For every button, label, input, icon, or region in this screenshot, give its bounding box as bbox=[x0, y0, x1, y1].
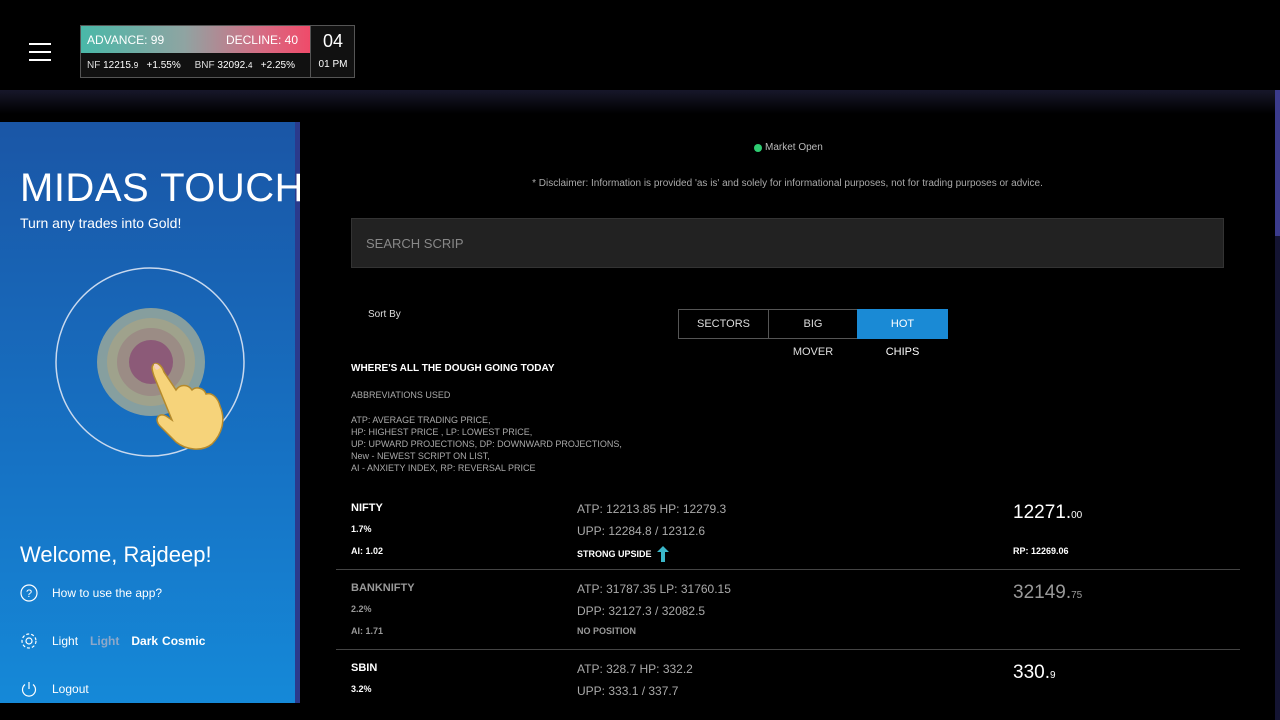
scrip-name: SBIN bbox=[351, 662, 378, 674]
abbreviations-list: ATP: AVERAGE TRADING PRICE, HP: HIGHEST … bbox=[351, 415, 622, 473]
gear-icon bbox=[21, 633, 37, 649]
svg-text:?: ? bbox=[26, 588, 32, 600]
clock-period: 01 PM bbox=[318, 59, 348, 70]
scrip-projection: UPP: 12284.8 / 12312.6 bbox=[577, 524, 706, 538]
brand-tagline: Turn any trades into Gold! bbox=[20, 215, 182, 231]
bnf-change: +2.25% bbox=[260, 60, 295, 71]
theme-option-cosmic[interactable]: Cosmic bbox=[162, 634, 205, 648]
scrip-name: NIFTY bbox=[351, 502, 383, 514]
theme-option-dark[interactable]: Dark bbox=[131, 634, 158, 648]
scrip-change: 3.2% bbox=[351, 684, 372, 694]
power-icon bbox=[21, 682, 37, 697]
search-input[interactable] bbox=[351, 218, 1224, 268]
market-status-text: Market Open bbox=[765, 142, 823, 153]
scrip-ai: AI: 1.71 bbox=[351, 626, 384, 636]
app-root: ADVANCE: 99 DECLINE: 40 NF 12215.9 +1.55… bbox=[0, 0, 1280, 720]
sort-hot-chips-button[interactable]: HOT CHIPS bbox=[857, 309, 948, 358]
nf-value: 12215.9 bbox=[103, 60, 139, 71]
row-divider bbox=[336, 569, 1240, 570]
nf-change: +1.55% bbox=[146, 60, 181, 71]
top-bar-shadow bbox=[0, 90, 1280, 114]
scrip-atp: ATP: 328.7 HP: 332.2 bbox=[577, 662, 693, 676]
sort-big-mover-button[interactable]: BIG MOVER bbox=[768, 309, 858, 358]
touch-illustration bbox=[55, 267, 245, 457]
sort-by-label: Sort By bbox=[368, 309, 401, 320]
scrip-rp: RP: 12269.06 bbox=[1013, 546, 1069, 556]
scrip-price: 32149.75 bbox=[1013, 582, 1083, 603]
top-bar: ADVANCE: 99 DECLINE: 40 NF 12215.9 +1.55… bbox=[0, 0, 1280, 90]
scrip-signal: STRONG UPSIDE bbox=[577, 546, 669, 562]
market-ticker: ADVANCE: 99 DECLINE: 40 NF 12215.9 +1.55… bbox=[80, 25, 355, 78]
scrip-name: BANKNIFTY bbox=[351, 582, 415, 594]
decline-count: DECLINE: 40 bbox=[225, 33, 298, 47]
theme-setting: Light Light Dark Cosmic bbox=[20, 632, 205, 650]
advance-count: ADVANCE: 99 bbox=[87, 33, 165, 47]
page-scrollbar[interactable] bbox=[1275, 90, 1280, 720]
scrip-change: 1.7% bbox=[351, 524, 372, 534]
main-content: Market Open * Disclaimer: Information is… bbox=[300, 114, 1275, 720]
brand-title: MIDAS TOUCH bbox=[20, 166, 300, 210]
help-label: How to use the app? bbox=[52, 586, 163, 600]
clock-hour: 04 bbox=[322, 31, 344, 51]
sidebar: MIDAS TOUCH Turn any trades into Gold! W… bbox=[0, 122, 300, 703]
clock: 04 01 PM bbox=[310, 26, 355, 78]
help-icon: ? bbox=[20, 584, 38, 602]
row-divider bbox=[336, 649, 1240, 650]
table-row[interactable]: BANKNIFTY 2.2% AI: 1.71 ATP: 31787.35 LP… bbox=[336, 582, 1240, 642]
logout-link[interactable]: Logout bbox=[20, 680, 89, 698]
scrollbar-thumb[interactable] bbox=[1275, 90, 1280, 236]
market-status: Market Open bbox=[754, 142, 823, 153]
theme-label: Light bbox=[52, 634, 79, 648]
menu-icon[interactable] bbox=[29, 43, 51, 61]
logout-label: Logout bbox=[52, 682, 89, 696]
sort-options: SECTORS BIG MOVER HOT CHIPS bbox=[678, 309, 948, 358]
status-dot-icon bbox=[754, 143, 762, 152]
scrip-signal: NO POSITION bbox=[577, 626, 637, 636]
scrip-projection: UPP: 333.1 / 337.7 bbox=[577, 684, 679, 698]
table-row[interactable]: SBIN 3.2% ATP: 328.7 HP: 332.2 UPP: 333.… bbox=[336, 662, 1240, 720]
welcome-message: Welcome, Rajdeep! bbox=[20, 542, 212, 567]
section-title: WHERE'S ALL THE DOUGH GOING TODAY bbox=[351, 363, 555, 374]
table-row[interactable]: NIFTY 1.7% AI: 1.02 ATP: 12213.85 HP: 12… bbox=[336, 502, 1240, 562]
theme-option-light[interactable]: Light bbox=[90, 634, 119, 648]
theme-options: Light Dark Cosmic bbox=[90, 634, 205, 648]
scrip-atp: ATP: 12213.85 HP: 12279.3 bbox=[577, 502, 727, 516]
scrip-ai: AI: 1.02 bbox=[351, 546, 384, 556]
scrip-price: 12271.00 bbox=[1013, 502, 1083, 523]
scrip-price: 330.9 bbox=[1013, 662, 1056, 683]
disclaimer: * Disclaimer: Information is provided 'a… bbox=[532, 178, 1043, 189]
help-link[interactable]: ? How to use the app? bbox=[20, 584, 162, 602]
upside-arrow-icon bbox=[656, 546, 669, 562]
bnf-value: 32092.4 bbox=[217, 60, 253, 71]
abbreviations-title: ABBREVIATIONS USED bbox=[351, 390, 451, 400]
bnf-label: BNF bbox=[194, 60, 215, 71]
scrip-atp: ATP: 31787.35 LP: 31760.15 bbox=[577, 582, 731, 596]
scrip-projection: DPP: 32127.3 / 32082.5 bbox=[577, 604, 706, 618]
scrip-change: 2.2% bbox=[351, 604, 372, 614]
nf-label: NF bbox=[87, 60, 101, 71]
sort-sectors-button[interactable]: SECTORS bbox=[678, 309, 769, 339]
index-summary: NF 12215.9 +1.55% BNF 32092.4 +2.25% bbox=[81, 53, 310, 78]
